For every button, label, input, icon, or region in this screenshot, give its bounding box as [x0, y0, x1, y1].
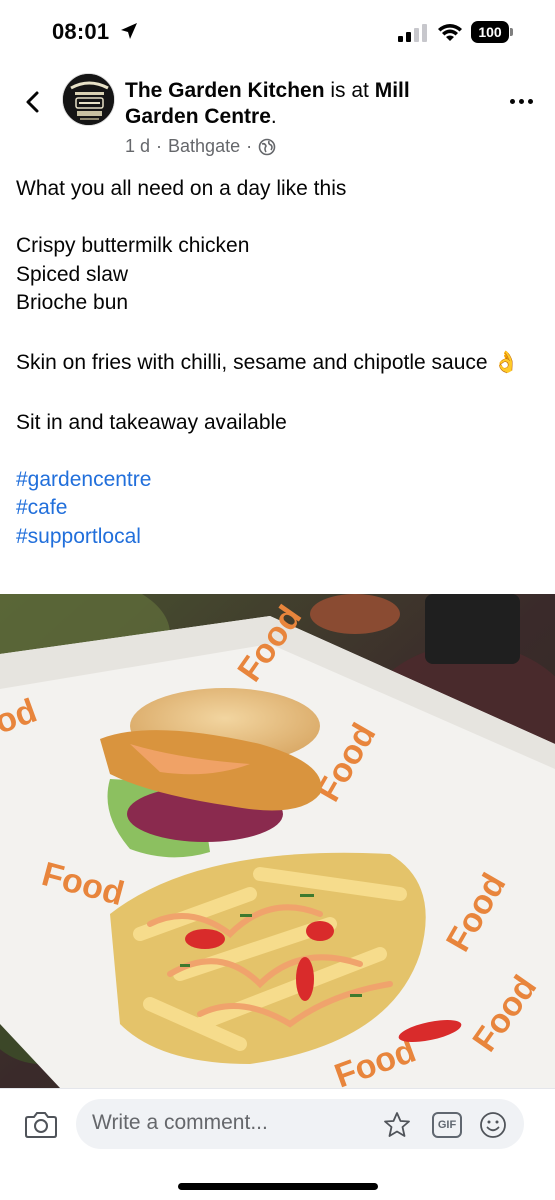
meta-separator-2: · [246, 136, 253, 156]
sticker-icon[interactable] [382, 1110, 412, 1140]
more-dot-icon [528, 98, 533, 104]
post-line: What you all need on a day like this [16, 177, 347, 200]
comment-input[interactable]: Write a comment... GIF [76, 1099, 524, 1149]
status-bar: 08:01 100 [0, 0, 555, 64]
post-title: The Garden Kitchen is at Mill Garden Cen… [125, 78, 485, 130]
status-time: 08:01 [52, 19, 110, 44]
post-line: Spiced slaw [16, 262, 129, 286]
page-logo-icon [63, 74, 114, 125]
cellular-signal-icon [398, 24, 427, 42]
comment-placeholder: Write a comment... [92, 1111, 268, 1134]
more-dot-icon [519, 98, 524, 104]
post-line: Brioche bun [16, 291, 129, 314]
post-meta: 1 d · Bathgate · [125, 136, 276, 157]
post-text: What you all need on a day like this Cri… [16, 175, 541, 551]
hashtag-link[interactable]: #supportlocal [16, 523, 541, 552]
hashtag-link[interactable]: #gardencentre [16, 466, 541, 495]
post-time-ago[interactable]: 1 d [125, 136, 150, 157]
emoji-icon[interactable] [478, 1110, 508, 1140]
food-photo-image: Food od Food Food Food Food Food [0, 594, 555, 1088]
post-photo[interactable]: Food od Food Food Food Food Food [0, 594, 555, 1088]
title-period: . [270, 105, 277, 128]
gif-button[interactable]: GIF [432, 1112, 462, 1138]
post-line: Crispy buttermilk chicken [16, 234, 250, 257]
back-button[interactable] [18, 88, 46, 116]
post-line: Skin on fries with chilli, sesame and ch… [16, 351, 520, 374]
chevron-left-icon [26, 91, 39, 113]
meta-separator: · [156, 136, 163, 156]
battery-level: 100 [471, 21, 509, 43]
globe-icon [258, 138, 276, 155]
wifi-icon [438, 24, 462, 41]
post-place[interactable]: Bathgate [168, 136, 240, 157]
location-arrow-icon [121, 23, 137, 39]
hashtag-link[interactable]: #cafe [16, 494, 541, 523]
page-name-link[interactable]: The Garden Kitchen [125, 79, 325, 102]
post-line: Sit in and takeaway available [16, 410, 287, 434]
battery-icon: 100 [471, 21, 513, 43]
more-dot-icon [510, 98, 515, 104]
checkin-connector: is at [324, 79, 375, 102]
more-options-button[interactable] [510, 96, 536, 106]
page-avatar[interactable] [62, 73, 115, 126]
home-indicator[interactable] [178, 1183, 378, 1190]
camera-icon[interactable] [24, 1109, 58, 1139]
